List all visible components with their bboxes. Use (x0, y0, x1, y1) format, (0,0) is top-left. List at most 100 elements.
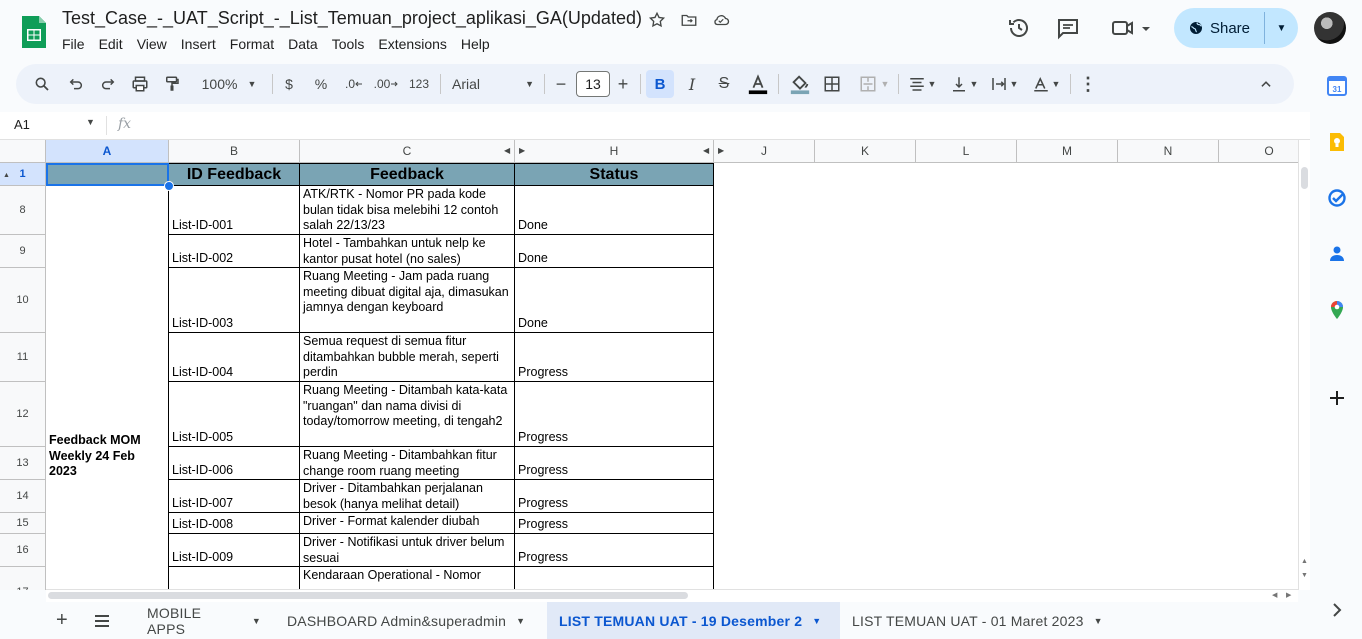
cell-feedback[interactable]: Semua request di semua fitur ditambahkan… (300, 333, 515, 382)
header-id-feedback[interactable]: ID Feedback (169, 163, 300, 186)
horizontal-scrollbar[interactable]: ◀ ▶ (46, 589, 1298, 602)
cell-feedback[interactable]: Hotel - Tambahkan untuk nelp ke kantor p… (300, 235, 515, 268)
hidden-columns-right-icon[interactable]: ▶ (718, 146, 724, 155)
increase-decimal-button[interactable]: .00 (372, 64, 400, 104)
paint-format-icon[interactable] (160, 64, 184, 104)
share-button[interactable]: Share (1174, 8, 1264, 48)
cell-id-feedback[interactable]: List-ID-003 (169, 268, 300, 333)
header-feedback[interactable]: Feedback (300, 163, 515, 186)
scroll-up-icon[interactable]: ▲ (1301, 558, 1308, 565)
column-header-h[interactable]: H (515, 140, 714, 163)
row-header[interactable]: 16 (0, 534, 46, 567)
chevron-right-icon[interactable] (1327, 600, 1347, 620)
sheet-tab-dashboard[interactable]: DASHBOARD Admin&superadmin ▼ (275, 602, 545, 639)
text-color-icon[interactable] (744, 64, 772, 104)
cell-id-feedback[interactable] (169, 567, 300, 590)
font-select[interactable]: Arial ▼ (452, 64, 534, 104)
merge-cells-icon[interactable]: ▼ (854, 64, 894, 104)
search-menus-icon[interactable] (30, 64, 54, 104)
fill-color-icon[interactable] (786, 64, 814, 104)
zoom-select[interactable]: 100% ▼ (194, 64, 264, 104)
empty-area[interactable] (714, 163, 1298, 590)
cell-status[interactable]: Progress (515, 447, 714, 480)
cell-status[interactable]: Done (515, 235, 714, 268)
star-icon[interactable] (648, 11, 666, 29)
share-dropdown-icon[interactable]: ▼ (1265, 8, 1298, 48)
hidden-columns-left-icon[interactable]: ◀ (504, 146, 510, 155)
column-header-m[interactable]: M (1017, 140, 1118, 163)
font-size-input[interactable]: 13 (576, 71, 610, 97)
row-header[interactable]: 17 (0, 567, 46, 590)
cell-id-feedback[interactable]: List-ID-008 (169, 513, 300, 534)
sheet-tab-list-temuan-19-des[interactable]: LIST TEMUAN UAT - 19 Desember 2 ▼ (547, 602, 840, 639)
menu-data[interactable]: Data (288, 36, 325, 52)
menu-tools[interactable]: Tools (332, 36, 372, 52)
header-status[interactable]: Status (515, 163, 714, 186)
cell-feedback[interactable]: Kendaraan Operational - Nomor (300, 567, 515, 590)
cell-status[interactable]: Progress (515, 480, 714, 513)
fill-handle[interactable] (164, 181, 174, 191)
percent-format-button[interactable]: % (310, 64, 332, 104)
cell-id-feedback[interactable]: List-ID-009 (169, 534, 300, 567)
cell-status[interactable]: Done (515, 268, 714, 333)
scroll-left-icon[interactable]: ◀ (1272, 591, 1277, 599)
cell-id-feedback[interactable]: List-ID-006 (169, 447, 300, 480)
column-header-c[interactable]: C (300, 140, 515, 163)
vertical-scroll-thumb[interactable] (1301, 167, 1308, 189)
sheet-tab-list-temuan-01-mar[interactable]: LIST TEMUAN UAT - 01 Maret 2023 ▼ (840, 602, 1130, 639)
row-header[interactable]: 8 (0, 186, 46, 235)
currency-format-button[interactable]: $ (278, 64, 300, 104)
horizontal-align-icon[interactable]: ▼ (904, 64, 940, 104)
menu-extensions[interactable]: Extensions (378, 36, 453, 52)
menu-file[interactable]: File (62, 36, 92, 52)
row-header[interactable]: 11 (0, 333, 46, 382)
italic-icon[interactable]: I (680, 64, 704, 104)
decrease-font-size-button[interactable]: − (552, 64, 570, 104)
more-options-icon[interactable]: ⋮ (1078, 64, 1098, 104)
column-header-n[interactable]: N (1118, 140, 1219, 163)
hidden-rows-up-icon[interactable]: ▲ (3, 172, 10, 179)
cell-status[interactable] (515, 567, 714, 590)
cell-feedback[interactable]: Driver - Format kalender diubah (300, 513, 515, 534)
document-title[interactable]: Test_Case_-_UAT_Script_-_List_Temuan_pro… (62, 8, 642, 29)
cell-status[interactable]: Progress (515, 513, 714, 534)
redo-icon[interactable] (96, 64, 120, 104)
meet-call-icon[interactable] (1110, 16, 1154, 40)
menu-edit[interactable]: Edit (99, 36, 130, 52)
text-rotation-icon[interactable]: ▼ (1028, 64, 1064, 104)
group-label-cell[interactable]: Feedback MOM Weekly 24 Feb 2023 (46, 186, 169, 590)
select-all-corner[interactable] (0, 140, 46, 163)
row-header[interactable]: 13 (0, 447, 46, 480)
name-box[interactable]: A1 (14, 117, 30, 132)
menu-format[interactable]: Format (230, 36, 281, 52)
cell-id-feedback[interactable]: List-ID-002 (169, 235, 300, 268)
spreadsheet-grid[interactable]: A B C H J K L M N O ◀ ▶ ◀ ▶ 1 ▲ ▼ ID Fee… (0, 140, 1298, 590)
print-icon[interactable] (128, 64, 152, 104)
cell-status[interactable]: Done (515, 186, 714, 235)
version-history-icon[interactable] (1007, 16, 1031, 40)
undo-icon[interactable] (64, 64, 88, 104)
collapse-menus-icon[interactable] (1254, 64, 1278, 104)
avatar[interactable] (1314, 12, 1346, 44)
bold-icon[interactable]: B (646, 70, 674, 98)
move-folder-icon[interactable] (680, 11, 698, 29)
cell-id-feedback[interactable]: List-ID-007 (169, 480, 300, 513)
cell-id-feedback[interactable]: List-ID-001 (169, 186, 300, 235)
decrease-decimal-button[interactable]: .0 (342, 64, 366, 104)
row-header[interactable]: 15 (0, 513, 46, 534)
maps-icon[interactable] (1327, 300, 1347, 320)
cell-id-feedback[interactable]: List-ID-004 (169, 333, 300, 382)
row-header[interactable]: 10 (0, 268, 46, 333)
cell-a1-selected[interactable] (46, 163, 169, 186)
calendar-icon[interactable]: 31 (1327, 76, 1347, 96)
column-header-o[interactable]: O (1219, 140, 1298, 163)
cell-status[interactable]: Progress (515, 333, 714, 382)
cell-feedback[interactable]: Driver - Notifikasi untuk driver belum s… (300, 534, 515, 567)
chevron-down-icon[interactable]: ▼ (86, 117, 95, 127)
more-formats-button[interactable]: 123 (406, 64, 432, 104)
strikethrough-icon[interactable]: S (712, 64, 736, 104)
sheets-logo-icon[interactable] (20, 14, 48, 50)
cell-id-feedback[interactable]: List-ID-005 (169, 382, 300, 447)
contacts-icon[interactable] (1327, 244, 1347, 264)
column-header-b[interactable]: B (169, 140, 300, 163)
